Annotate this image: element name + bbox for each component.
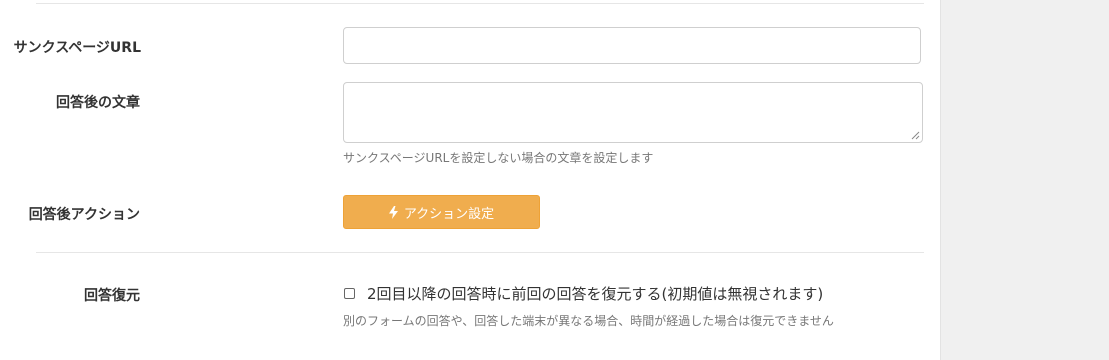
form-settings-panel: サンクスページURL 回答後の文章 サンクスページURLを設定しない場合の文章を… bbox=[0, 0, 941, 360]
thanks-url-input[interactable] bbox=[343, 27, 921, 64]
bolt-icon bbox=[388, 205, 398, 219]
section-divider bbox=[36, 252, 924, 253]
restore-checkbox-label[interactable]: 2回目以降の回答時に前回の回答を復元する(初期値は無視されます) bbox=[367, 283, 823, 304]
after-text-help: サンクスページURLを設定しない場合の文章を設定します bbox=[343, 151, 654, 165]
after-text-textarea[interactable] bbox=[343, 82, 923, 143]
restore-help: 別のフォームの回答や、回答した端末が異なる場合、時間が経過した場合は復元できませ… bbox=[343, 314, 834, 328]
after-action-label: 回答後アクション bbox=[28, 207, 140, 223]
action-settings-button[interactable]: アクション設定 bbox=[343, 195, 540, 229]
after-text-label: 回答後の文章 bbox=[56, 95, 140, 111]
top-divider bbox=[36, 3, 924, 4]
resize-grip-icon[interactable] bbox=[911, 131, 920, 140]
restore-checkbox[interactable] bbox=[344, 288, 355, 299]
action-settings-button-label: アクション設定 bbox=[403, 206, 495, 222]
thanks-url-label: サンクスページURL bbox=[13, 40, 141, 56]
restore-label: 回答復元 bbox=[84, 288, 140, 304]
